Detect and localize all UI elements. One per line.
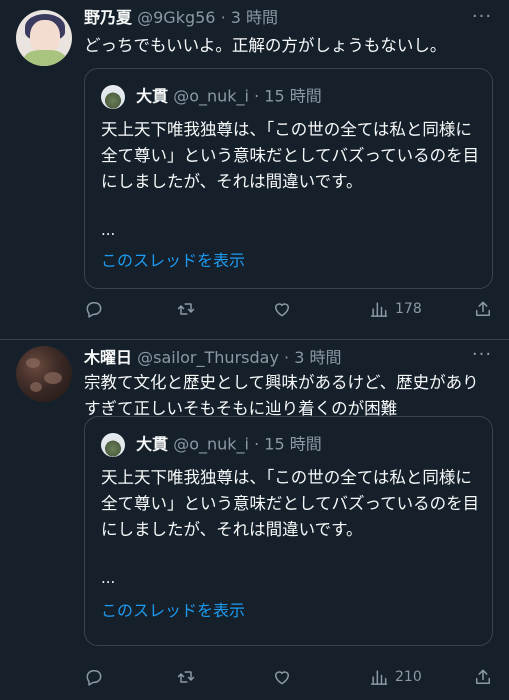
user-handle[interactable]: @9Gkg56 (137, 8, 215, 27)
avatar-texture (44, 372, 62, 384)
tweet-header: 野乃夏 @9Gkg56 · 3 時間 (84, 8, 469, 28)
avatar-texture (30, 382, 42, 392)
like-button[interactable] (272, 297, 292, 321)
reply-icon (86, 302, 102, 318)
avatar[interactable] (16, 10, 72, 66)
display-name[interactable]: 野乃夏 (84, 8, 132, 27)
tweet-header: 木曜日 @sailor_Thursday · 3 時間 (84, 348, 469, 368)
action-bar: 178 (84, 297, 493, 321)
retweet-button[interactable] (176, 297, 196, 321)
quote-user-handle: @o_nuk_i (173, 434, 249, 454)
quote-display-name: 大貫 (136, 434, 169, 454)
quote-timestamp: 15 時間 (264, 86, 322, 106)
quote-user-handle: @o_nuk_i (173, 86, 249, 106)
tweet[interactable]: 野乃夏 @9Gkg56 · 3 時間 ··· どっちでもいいよ。正解の方がしょう… (0, 0, 509, 340)
reply-icon (86, 670, 102, 686)
quote-avatar (101, 433, 125, 457)
avatar-face (30, 20, 60, 54)
share-button[interactable] (473, 665, 493, 689)
quote-ellipsis: ... (101, 221, 116, 239)
separator-dot: · (220, 8, 226, 27)
views-button[interactable]: 210 (369, 665, 422, 689)
avatar[interactable] (16, 346, 72, 402)
retweet-button[interactable] (176, 665, 196, 689)
more-options-icon[interactable]: ··· (471, 346, 493, 368)
quote-text: 天上天下唯我独尊は、「この世の全ては私と同様に全て尊い」という意味だとしてバズっ… (101, 468, 480, 539)
show-thread-link[interactable]: このスレッドを表示 (101, 597, 245, 621)
timestamp[interactable]: 3 時間 (294, 348, 341, 367)
separator-dot: · (254, 434, 260, 454)
more-options-icon[interactable]: ··· (471, 8, 493, 30)
quote-text: 天上天下唯我独尊は、「この世の全ては私と同様に全て尊い」という意味だとしてバズっ… (101, 120, 480, 191)
like-icon (275, 671, 289, 685)
quote-timestamp: 15 時間 (264, 434, 322, 454)
quoted-tweet[interactable]: 大貫 @o_nuk_i · 15 時間 天上天下唯我独尊は、「この世の全ては私と… (84, 416, 493, 646)
quote-header: 大貫 @o_nuk_i · 15 時間 (101, 433, 322, 457)
views-button[interactable]: 178 (369, 297, 422, 321)
like-button[interactable] (272, 665, 292, 689)
show-thread-link[interactable]: このスレッドを表示 (101, 247, 245, 271)
quote-header: 大貫 @o_nuk_i · 15 時間 (101, 85, 322, 109)
separator-dot: · (284, 348, 290, 367)
quote-ellipsis: ... (101, 569, 116, 587)
quoted-tweet[interactable]: 大貫 @o_nuk_i · 15 時間 天上天下唯我独尊は、「この世の全ては私と… (84, 68, 493, 289)
avatar-body (24, 50, 66, 66)
quote-display-name: 大貫 (136, 86, 169, 106)
reply-button[interactable] (84, 297, 104, 321)
action-bar: 210 (84, 665, 493, 689)
share-button[interactable] (473, 297, 493, 321)
share-icon (476, 301, 490, 316)
quote-avatar (101, 85, 125, 109)
views-count: 178 (395, 301, 422, 317)
share-icon (476, 669, 490, 684)
tweet-text: 宗教て文化と歴史として興味があるけど、歴史がありすぎて正しいそもそもに辿り着くの… (84, 373, 479, 418)
views-count: 210 (395, 669, 422, 685)
tweet-text: どっちでもいいよ。正解の方がしょうもないし。 (84, 36, 447, 55)
like-icon (275, 303, 289, 317)
views-icon (370, 302, 388, 317)
retweet-icon (177, 303, 195, 315)
timestamp[interactable]: 3 時間 (231, 8, 278, 27)
separator-dot: · (254, 86, 260, 106)
avatar-texture (26, 358, 40, 368)
display-name[interactable]: 木曜日 (84, 348, 132, 367)
views-icon (370, 670, 388, 685)
tweet[interactable]: 木曜日 @sailor_Thursday · 3 時間 ··· 宗教て文化と歴史… (0, 340, 509, 700)
retweet-icon (177, 671, 195, 683)
reply-button[interactable] (84, 665, 104, 689)
user-handle[interactable]: @sailor_Thursday (137, 348, 279, 367)
